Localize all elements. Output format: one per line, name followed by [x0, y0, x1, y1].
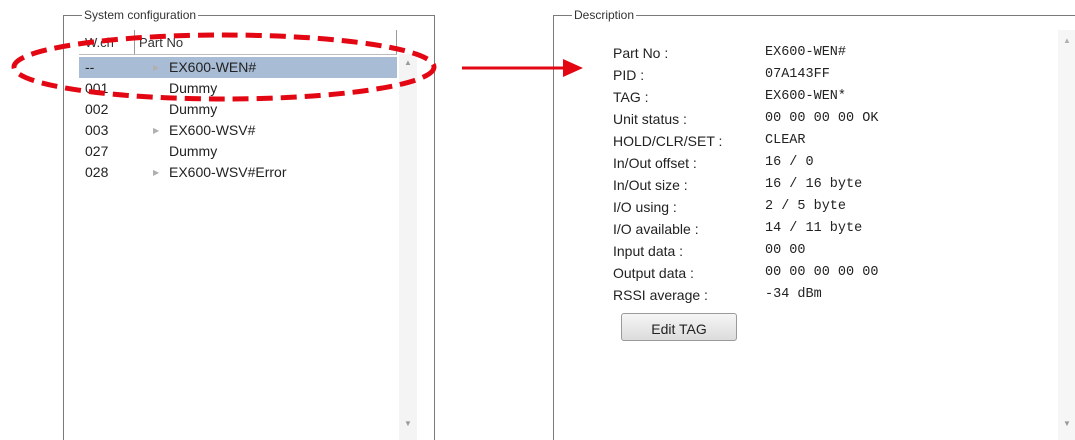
- channel-cell: 002: [85, 101, 109, 117]
- scroll-down-arrow-icon[interactable]: ▼: [1063, 419, 1071, 428]
- description-title: Description: [572, 8, 637, 22]
- list-header: W.ch Part No: [79, 30, 397, 55]
- channel-cell: 028: [85, 164, 109, 180]
- expand-arrow-icon[interactable]: ▶: [153, 162, 159, 183]
- list-rows: -- ▶ EX600-WEN# 001 Dummy 002 Dummy 003 ▶ EX600-W…: [79, 57, 397, 183]
- description-scrollbar[interactable]: ▲ ▼: [1058, 30, 1075, 440]
- field-value: 07A143FF: [765, 67, 830, 82]
- list-item[interactable]: 002 Dummy: [79, 99, 397, 120]
- system-configuration-group: System configuration W.ch Part No -- ▶ EX6…: [63, 8, 435, 440]
- list-item[interactable]: 001 Dummy: [79, 78, 397, 99]
- expand-arrow-icon[interactable]: ▶: [153, 120, 159, 141]
- field-value: 00 00: [765, 243, 806, 258]
- column-header-part-no[interactable]: Part No: [139, 35, 183, 50]
- field-label: In/Out size :: [613, 177, 688, 193]
- channel-cell: 001: [85, 80, 109, 96]
- field-value: EX600-WEN#: [765, 45, 847, 60]
- field-value: 2 / 5 byte: [765, 199, 847, 214]
- description-panel: Edit TAG ▲ ▼ Part No : EX600-WEN# PID : 07A…: [569, 30, 1075, 440]
- channel-cell: 003: [85, 122, 109, 138]
- field-value: 00 00 00 00 00: [765, 265, 879, 280]
- field-value: -34 dBm: [765, 287, 822, 302]
- channel-cell: 027: [85, 143, 109, 159]
- field-value: 16 / 16 byte: [765, 177, 863, 192]
- field-label: PID :: [613, 67, 645, 83]
- list-item[interactable]: 028 ▶ EX600-WSV#Error: [79, 162, 397, 183]
- field-value: 14 / 11 byte: [765, 221, 863, 236]
- column-header-wch[interactable]: W.ch: [85, 35, 129, 50]
- list-item[interactable]: -- ▶ EX600-WEN#: [79, 57, 397, 78]
- part-no-cell: EX600-WSV#: [169, 122, 256, 138]
- field-label: RSSI average :: [613, 287, 708, 303]
- field-label: Unit status :: [613, 111, 687, 127]
- system-configuration-list[interactable]: W.ch Part No -- ▶ EX600-WEN# 001 Dummy 002 Dum…: [79, 30, 417, 440]
- field-label: TAG :: [613, 89, 649, 105]
- field-label: HOLD/CLR/SET :: [613, 133, 723, 149]
- field-label: I/O available :: [613, 221, 699, 237]
- scroll-up-arrow-icon[interactable]: ▲: [404, 58, 412, 67]
- list-item[interactable]: 027 Dummy: [79, 141, 397, 162]
- field-value: CLEAR: [765, 133, 806, 148]
- description-group: Description Edit TAG ▲ ▼ Part No : EX600-…: [553, 8, 1075, 440]
- part-no-cell: EX600-WSV#Error: [169, 164, 287, 180]
- field-label: Part No :: [613, 45, 669, 61]
- expand-arrow-icon[interactable]: ▶: [153, 57, 159, 78]
- field-label: Input data :: [613, 243, 684, 259]
- part-no-cell: Dummy: [169, 143, 218, 159]
- edit-tag-button[interactable]: Edit TAG: [621, 313, 737, 341]
- field-value: 16 / 0: [765, 155, 814, 170]
- list-item[interactable]: 003 ▶ EX600-WSV#: [79, 120, 397, 141]
- field-label: Output data :: [613, 265, 694, 281]
- list-scrollbar[interactable]: ▲ ▼: [399, 54, 417, 440]
- channel-cell: --: [85, 59, 95, 75]
- column-divider[interactable]: [134, 30, 135, 54]
- scroll-up-arrow-icon[interactable]: ▲: [1063, 36, 1071, 45]
- part-no-cell: EX600-WEN#: [169, 59, 257, 75]
- scroll-down-arrow-icon[interactable]: ▼: [404, 419, 412, 428]
- field-value: EX600-WEN*: [765, 89, 847, 104]
- field-label: In/Out offset :: [613, 155, 697, 171]
- column-divider[interactable]: [396, 30, 397, 54]
- field-label: I/O using :: [613, 199, 677, 215]
- part-no-cell: Dummy: [169, 101, 218, 117]
- part-no-cell: Dummy: [169, 80, 218, 96]
- field-value: 00 00 00 00 OK: [765, 111, 879, 126]
- system-configuration-title: System configuration: [82, 8, 199, 22]
